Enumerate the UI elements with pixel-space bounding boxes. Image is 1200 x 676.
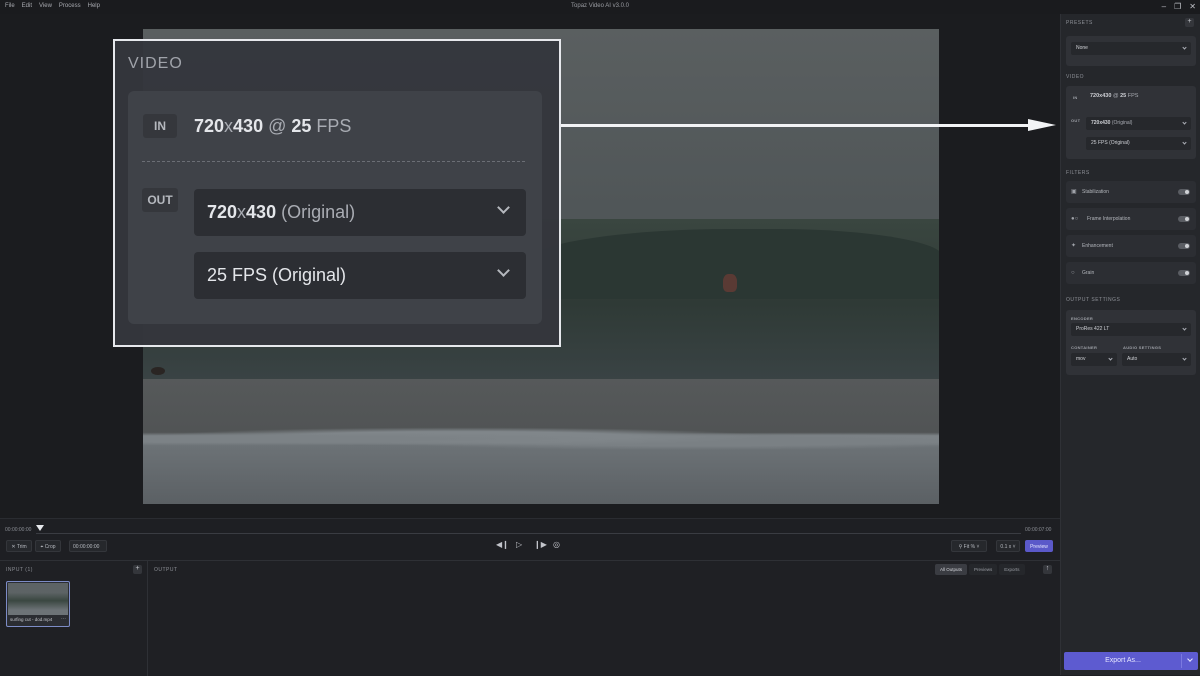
loop-icon[interactable]: ◎	[553, 540, 560, 549]
upload-icon[interactable]: ↑	[1043, 565, 1052, 574]
chevron-down-icon	[497, 264, 510, 277]
chevron-down-icon	[1182, 140, 1187, 145]
stabilization-icon: ▣	[1071, 189, 1077, 195]
export-as-label: Export As...	[1105, 657, 1141, 664]
chevron-down-icon	[1182, 120, 1187, 125]
output-label: OUTPUT	[154, 567, 178, 573]
add-input-button[interactable]: +	[133, 565, 142, 574]
filter-enhancement-label: Enhancement	[1082, 243, 1113, 249]
callout-arrow-line	[561, 124, 1031, 127]
frame-interpolation-icon: ●○	[1071, 216, 1079, 222]
minimize-icon[interactable]: –	[1162, 2, 1166, 11]
container-select[interactable]: mov	[1071, 353, 1117, 366]
zoom-video-card: IN 720x430 @ 25 FPS OUT 720x430 (Origina…	[128, 91, 542, 324]
frame-foam	[143, 427, 939, 504]
filter-stabilization-label: Stabilization	[1082, 189, 1109, 195]
timeline-start-time: 00:00:00:00	[5, 527, 32, 533]
zoom-out-resolution-select[interactable]: 720x430 (Original)	[194, 189, 526, 236]
more-icon[interactable]: ⋯	[61, 616, 66, 622]
audio-settings-select[interactable]: Auto	[1122, 353, 1191, 366]
crop-button[interactable]: ⌖ Crop	[35, 540, 61, 552]
step-forward-icon[interactable]: ❙▶	[534, 540, 547, 549]
zoom-divider	[142, 161, 525, 162]
filter-enhancement[interactable]: ✦ Enhancement	[1066, 235, 1196, 257]
tab-previews[interactable]: Previews	[969, 564, 998, 575]
filter-grain-label: Grain	[1082, 270, 1095, 276]
chevron-down-icon	[1108, 356, 1113, 361]
input-pane: INPUT (1) + surfing cut - dod.mp4 ⋯	[0, 561, 148, 676]
timeline-track[interactable]	[36, 533, 1021, 534]
tab-exports[interactable]: Exports	[999, 564, 1025, 575]
preview-button[interactable]: Preview	[1025, 540, 1053, 552]
app-title: Topaz Video AI v3.0.0	[571, 3, 629, 9]
zoom-in-resolution: 720x430 @ 25 FPS	[194, 116, 352, 136]
zoom-in-badge: IN	[143, 114, 177, 138]
enhancement-toggle[interactable]	[1178, 243, 1190, 249]
encoder-select[interactable]: ProRes 422 LT	[1071, 323, 1191, 336]
grain-icon: ○	[1071, 270, 1075, 276]
frame-interpolation-toggle[interactable]	[1178, 216, 1190, 222]
add-preset-button[interactable]: +	[1185, 18, 1194, 27]
chevron-down-icon	[497, 201, 510, 214]
output-settings-label: OUTPUT SETTINGS	[1066, 297, 1121, 303]
input-label: INPUT (1)	[6, 567, 33, 573]
out-badge: OUT	[1071, 118, 1081, 123]
timecode-input[interactable]: 00:00:00:00	[69, 540, 107, 552]
tab-all-outputs[interactable]: All Outputs	[935, 564, 968, 575]
trim-button[interactable]: ✕ Trim	[6, 540, 32, 552]
step-back-icon[interactable]: ◀❙	[496, 540, 509, 549]
filter-frame-interpolation[interactable]: ●○ Frame Interpolation	[1066, 208, 1196, 230]
output-tabs: All Outputs Previews Exports	[935, 564, 1025, 575]
chevron-down-icon	[1182, 356, 1187, 361]
thumbnail-filename: surfing cut - dod.mp4	[10, 617, 53, 622]
filter-frame-interpolation-label: Frame Interpolation	[1087, 216, 1131, 222]
filter-grain[interactable]: ○ Grain	[1066, 262, 1196, 284]
out-resolution-select[interactable]: 720x430 (Original)	[1086, 117, 1191, 130]
chevron-down-icon	[1182, 326, 1187, 331]
restore-icon[interactable]: ❐	[1174, 2, 1181, 11]
playhead-handle[interactable]	[36, 525, 44, 531]
chevron-down-icon	[1182, 45, 1187, 50]
audio-settings-label: AUDIO SETTINGS	[1123, 345, 1162, 350]
out-fps-select[interactable]: 25 FPS (Original)	[1086, 137, 1191, 150]
timeline-end-time: 00:00:07:00	[1025, 527, 1052, 533]
export-as-button[interactable]: Export As...	[1064, 652, 1198, 670]
zoom-callout: VIDEO IN 720x430 @ 25 FPS OUT 720x430 (O…	[113, 39, 561, 347]
preset-select[interactable]: None	[1071, 42, 1191, 55]
export-divider	[1181, 654, 1182, 668]
filters-label: FILTERS	[1066, 170, 1090, 176]
stabilization-toggle[interactable]	[1178, 189, 1190, 195]
in-badge: IN	[1073, 95, 1078, 100]
zoom-out-fps-select[interactable]: 25 FPS (Original)	[194, 252, 526, 299]
output-settings-box: ENCODER ProRes 422 LT CONTAINER mov AUDI…	[1066, 310, 1196, 375]
thumbnail-image	[8, 583, 68, 615]
video-box: IN 720x430 @ 25 FPS OUT 720x430 (Origina…	[1066, 86, 1196, 159]
presets-label: PRESETS	[1066, 20, 1093, 26]
grain-toggle[interactable]	[1178, 270, 1190, 276]
zoom-out-badge: OUT	[142, 188, 178, 212]
in-resolution: 720x430 @ 25 FPS	[1090, 93, 1139, 99]
title-bar: File Edit View Process Help Topaz Video …	[0, 0, 1200, 14]
input-thumbnail[interactable]: surfing cut - dod.mp4 ⋯	[6, 581, 70, 627]
frame-swimmer	[151, 367, 165, 375]
playback-controls: ✕ Trim ⌖ Crop 00:00:00:00 ◀❙ ▷ ❙▶ ◎ ⚲ Fi…	[0, 537, 1060, 555]
play-icon[interactable]: ▷	[516, 540, 522, 549]
close-icon[interactable]: ✕	[1189, 2, 1196, 11]
settings-panel: PRESETS + None VIDEO IN 720x430 @ 25 FPS…	[1060, 14, 1200, 675]
zoom-video-heading: VIDEO	[128, 55, 183, 72]
chevron-down-icon[interactable]	[1187, 656, 1193, 662]
window-controls: – ❐ ✕	[1162, 2, 1196, 11]
zoom-fit-select[interactable]: ⚲ Fit % ˅	[951, 540, 987, 552]
speed-select[interactable]: 0.1 x ˅	[996, 540, 1020, 552]
callout-arrow-head	[1028, 119, 1056, 131]
filter-stabilization[interactable]: ▣ Stabilization	[1066, 181, 1196, 203]
presets-box: None	[1066, 36, 1196, 66]
bottom-panes: INPUT (1) + surfing cut - dod.mp4 ⋯ OUTP…	[0, 560, 1060, 676]
frame-surfer	[723, 274, 737, 292]
video-label: VIDEO	[1066, 74, 1085, 80]
encoder-label: ENCODER	[1071, 316, 1094, 321]
container-label: CONTAINER	[1071, 345, 1098, 350]
enhancement-icon: ✦	[1071, 243, 1077, 249]
